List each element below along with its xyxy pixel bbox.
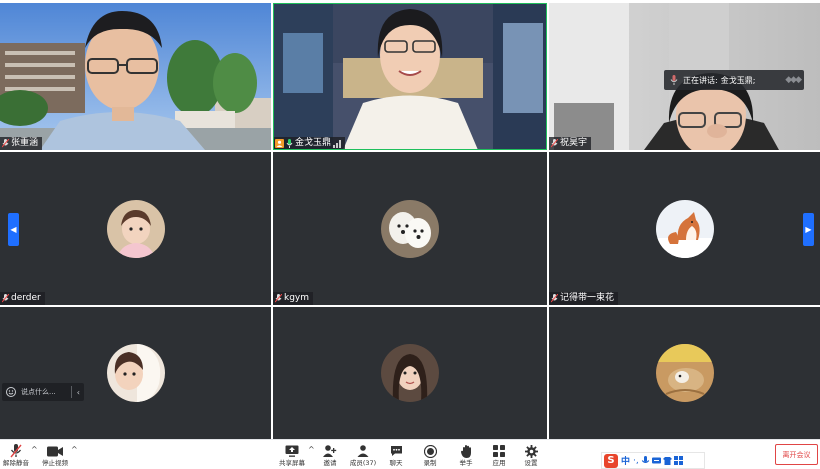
speaking-name: 金戈玉鼎; <box>720 75 756 85</box>
raise-hand-button[interactable]: 举手 <box>457 443 475 467</box>
participant-tile[interactable]: 记得带一束花 <box>549 152 820 305</box>
mic-active-icon <box>286 139 293 148</box>
participant-avatar <box>106 199 165 258</box>
gear-icon <box>524 444 538 458</box>
participant-avatar <box>106 344 165 402</box>
voice-input-icon[interactable] <box>641 456 650 465</box>
screen-share-icon <box>285 445 299 457</box>
raise-hand-label: 举手 <box>459 459 473 467</box>
unmute-button[interactable]: 解除静音 <box>2 443 30 467</box>
camera-icon <box>47 446 63 456</box>
meeting-window: 张重涵 金戈玉鼎 祝昊宇 derder kgym 记得带一束花 ◀ ▶ 正在讲话… <box>0 0 820 469</box>
signal-icon <box>333 139 342 148</box>
participant-name-tag: kgym <box>273 292 314 305</box>
video-grid: 张重涵 金戈玉鼎 祝昊宇 derder kgym 记得带一束花 ◀ ▶ 正在讲话… <box>0 3 820 439</box>
apps-icon <box>493 445 505 457</box>
host-icon <box>275 139 284 148</box>
chat-input[interactable]: 说点什么... ‹ <box>2 383 84 401</box>
participant-name: 记得带一束花 <box>560 293 615 303</box>
participant-avatar <box>655 199 714 258</box>
chevron-up-icon[interactable]: ^ <box>71 445 78 454</box>
hand-icon <box>460 444 471 458</box>
participant-name: 金戈玉鼎 <box>295 138 332 148</box>
participant-tile[interactable]: derder <box>0 152 271 305</box>
participant-tile[interactable] <box>273 307 547 439</box>
chat-placeholder: 说点什么... <box>21 388 56 396</box>
chevron-right-icon: ▶ <box>805 225 812 234</box>
toolbox-icon[interactable] <box>673 456 683 465</box>
speaking-prefix: 正在讲话: <box>683 75 718 85</box>
participant-avatar <box>381 344 439 402</box>
participant-avatar <box>655 344 714 402</box>
mic-muted-icon <box>551 294 558 303</box>
chevron-left-icon[interactable]: ‹ <box>77 388 80 397</box>
stop-video-button[interactable]: 停止视频 <box>40 443 70 467</box>
mic-muted-icon <box>2 139 9 148</box>
apps-button[interactable]: 应用 <box>490 443 508 467</box>
speaking-indicator: 正在讲话: 金戈玉鼎; ◆◆◆ <box>664 70 804 90</box>
mic-muted-icon <box>275 294 282 303</box>
participant-name-tag: 金戈玉鼎 <box>273 137 346 150</box>
skin-icon[interactable] <box>662 456 672 465</box>
participant-name-tag: derder <box>0 292 45 305</box>
participant-name: kgym <box>284 293 310 303</box>
apps-label: 应用 <box>492 459 506 467</box>
participant-tile[interactable]: 金戈玉鼎 <box>273 3 547 150</box>
mic-muted-icon <box>10 444 22 458</box>
chevron-up-icon[interactable]: ^ <box>308 445 315 454</box>
invite-label: 邀请 <box>323 459 337 467</box>
ime-mode[interactable]: 中 <box>621 454 630 467</box>
record-button[interactable]: 录制 <box>421 443 439 467</box>
mic-icon <box>670 75 678 85</box>
participant-tile[interactable]: 张重涵 <box>0 3 271 150</box>
next-page-button[interactable]: ▶ <box>803 213 814 246</box>
share-screen-label: 共享屏幕 <box>279 459 305 467</box>
participant-tile[interactable] <box>0 307 271 439</box>
record-label: 录制 <box>423 459 437 467</box>
participant-name: derder <box>11 293 41 303</box>
members-icon <box>357 445 369 457</box>
keyboard-icon[interactable] <box>651 456 661 465</box>
participant-avatar <box>381 199 439 258</box>
unmute-label: 解除静音 <box>3 459 29 467</box>
chevron-left-icon: ◀ <box>10 225 17 234</box>
mic-muted-icon <box>551 139 558 148</box>
leave-meeting-label: 离开会议 <box>782 450 811 459</box>
members-button[interactable]: 成员(37) <box>349 443 377 467</box>
members-label: 成员(37) <box>349 459 377 467</box>
add-user-icon <box>323 445 337 457</box>
share-screen-button[interactable]: 共享屏幕 <box>278 443 306 467</box>
participant-name: 祝昊宇 <box>560 138 588 148</box>
stop-video-label: 停止视频 <box>42 459 68 467</box>
participant-name-tag: 张重涵 <box>0 137 43 150</box>
leave-meeting-button[interactable]: 离开会议 <box>775 444 818 465</box>
divider <box>70 386 72 398</box>
participant-video <box>273 3 547 150</box>
participant-tile[interactable]: kgym <box>273 152 547 305</box>
ime-toolbar[interactable]: S 中 ·, <box>601 452 705 469</box>
chat-label: 聊天 <box>389 459 403 467</box>
participant-tile[interactable] <box>549 307 820 439</box>
punctuation-icon[interactable]: ·, <box>633 456 639 466</box>
mic-muted-icon <box>2 294 9 303</box>
sogou-logo-icon: S <box>604 453 618 468</box>
chevron-up-icon[interactable]: ^ <box>31 445 38 454</box>
collapse-icon[interactable]: ◆◆◆ <box>785 75 802 85</box>
chat-icon <box>390 446 402 456</box>
prev-page-button[interactable]: ◀ <box>8 213 19 246</box>
participant-name: 张重涵 <box>11 138 39 148</box>
participant-name-tag: 祝昊宇 <box>549 137 592 150</box>
participant-video <box>0 3 271 150</box>
record-icon <box>423 444 437 458</box>
settings-button[interactable]: 设置 <box>522 443 540 467</box>
chat-button[interactable]: 聊天 <box>387 443 405 467</box>
participant-name-tag: 记得带一束花 <box>549 292 619 305</box>
settings-label: 设置 <box>524 459 538 467</box>
invite-button[interactable]: 邀请 <box>320 443 340 467</box>
emoji-icon[interactable] <box>6 387 16 397</box>
